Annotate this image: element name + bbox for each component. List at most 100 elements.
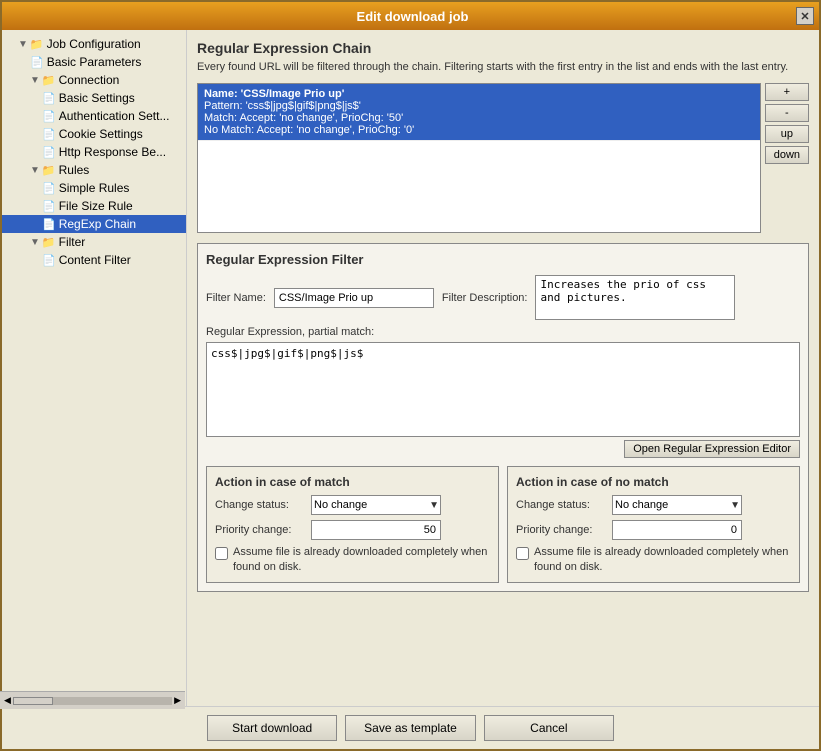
doc-icon-sr: 📄 xyxy=(42,182,56,195)
doc-icon-bs: 📄 xyxy=(42,92,56,105)
sidebar-item-file-size[interactable]: 📄 File Size Rule xyxy=(2,197,186,215)
sidebar-label-http: Http Response Be... xyxy=(59,145,166,159)
expand-icon: ▼ xyxy=(18,39,28,50)
chain-item-pattern-0: Pattern: 'css$|jpg$|gif$|png$|js$' xyxy=(204,100,754,112)
sidebar-label-regexp: RegExp Chain xyxy=(59,217,136,231)
match-assume-row: Assume file is already downloaded comple… xyxy=(215,545,490,574)
sidebar-label-simple-rules: Simple Rules xyxy=(59,181,130,195)
regex-textarea[interactable]: css$|jpg$|gif$|png$|js$ xyxy=(206,342,800,437)
section-desc: Every found URL will be filtered through… xyxy=(197,60,809,75)
sidebar-scrollbar[interactable]: ◀ ▶ xyxy=(0,691,185,709)
filter-name-input[interactable] xyxy=(274,288,434,308)
sidebar-label-filter: Filter xyxy=(59,235,86,249)
no-match-priority-row: Priority change: xyxy=(516,520,791,540)
sidebar-item-simple-rules[interactable]: 📄 Simple Rules xyxy=(2,179,186,197)
add-chain-button[interactable]: + xyxy=(765,83,809,101)
sidebar-item-basic-params[interactable]: 📄 Basic Parameters xyxy=(2,53,186,71)
doc-icon: 📄 xyxy=(30,56,44,69)
actions-row: Action in case of match Change status: N… xyxy=(206,466,800,583)
doc-icon-fsr: 📄 xyxy=(42,200,56,213)
match-status-row: Change status: No change Accept Reject ▼ xyxy=(215,495,490,515)
no-match-priority-label: Priority change: xyxy=(516,524,606,536)
no-match-title: Action in case of no match xyxy=(516,475,791,489)
folder-icon-conn: 📁 xyxy=(42,74,56,87)
chain-item-0[interactable]: Name: 'CSS/Image Prio up' Pattern: 'css$… xyxy=(198,84,760,141)
sidebar-item-connection[interactable]: ▼ 📁 Connection xyxy=(2,71,186,89)
expand-icon-rules: ▼ xyxy=(30,165,40,176)
save-template-button[interactable]: Save as template xyxy=(345,715,476,741)
sidebar-label-basic-params: Basic Parameters xyxy=(47,55,142,69)
no-match-status-select[interactable]: No change Accept Reject xyxy=(612,495,742,515)
match-title: Action in case of match xyxy=(215,475,490,489)
sidebar-label-connection: Connection xyxy=(59,73,120,87)
sidebar-label-job-config: Job Configuration xyxy=(47,37,141,51)
folder-icon-rules: 📁 xyxy=(42,164,56,177)
expand-icon-filter: ▼ xyxy=(30,237,40,248)
match-status-select[interactable]: No change Accept Reject xyxy=(311,495,441,515)
doc-icon-rc: 📄 xyxy=(42,218,56,231)
match-priority-row: Priority change: xyxy=(215,520,490,540)
match-priority-label: Priority change: xyxy=(215,524,305,536)
filter-name-label: Filter Name: xyxy=(206,292,266,304)
sidebar-item-job-config[interactable]: ▼ 📁 Job Configuration xyxy=(2,35,186,53)
content-area: ▼ 📁 Job Configuration 📄 Basic Parameters… xyxy=(2,30,819,706)
regex-label: Regular Expression, partial match: xyxy=(206,326,800,338)
sidebar-item-filter[interactable]: ▼ 📁 Filter xyxy=(2,233,186,251)
sidebar-item-http[interactable]: 📄 Http Response Be... xyxy=(2,143,186,161)
no-match-assume-checkbox[interactable] xyxy=(516,547,529,560)
no-match-priority-input[interactable] xyxy=(612,520,742,540)
titlebar: Edit download job ✕ xyxy=(2,2,819,30)
scroll-right-btn[interactable]: ▶ xyxy=(174,695,181,706)
doc-icon-cf: 📄 xyxy=(42,254,56,267)
sidebar-item-regexp-chain[interactable]: 📄 RegExp Chain xyxy=(2,215,186,233)
main-window: Edit download job ✕ ▼ 📁 Job Configuratio… xyxy=(0,0,821,751)
filter-name-row: Filter Name: Filter Description: Increas… xyxy=(206,275,800,320)
no-match-action-box: Action in case of no match Change status… xyxy=(507,466,800,583)
sidebar-label-rules: Rules xyxy=(59,163,90,177)
no-match-status-select-wrapper: No change Accept Reject ▼ xyxy=(612,495,742,515)
match-priority-input[interactable] xyxy=(311,520,441,540)
sidebar-label-content-filter: Content Filter xyxy=(59,253,131,267)
down-chain-button[interactable]: down xyxy=(765,146,809,164)
main-panel: Regular Expression Chain Every found URL… xyxy=(187,30,819,706)
sidebar-item-content-filter[interactable]: 📄 Content Filter xyxy=(2,251,186,269)
doc-icon-http: 📄 xyxy=(42,146,56,159)
remove-chain-button[interactable]: - xyxy=(765,104,809,122)
filter-desc-label: Filter Description: xyxy=(442,292,528,304)
sidebar-label-auth: Authentication Sett... xyxy=(59,109,170,123)
sidebar-item-basic-settings[interactable]: 📄 Basic Settings xyxy=(2,89,186,107)
chain-item-nomatch-0: No Match: Accept: 'no change', PrioChg: … xyxy=(204,124,754,136)
sidebar-item-rules[interactable]: ▼ 📁 Rules xyxy=(2,161,186,179)
close-button[interactable]: ✕ xyxy=(796,7,814,25)
sidebar-item-auth[interactable]: 📄 Authentication Sett... xyxy=(2,107,186,125)
sidebar-label-file-size: File Size Rule xyxy=(59,199,133,213)
chain-container: Name: 'CSS/Image Prio up' Pattern: 'css$… xyxy=(197,83,809,233)
expand-icon-conn: ▼ xyxy=(30,75,40,86)
sidebar: ▼ 📁 Job Configuration 📄 Basic Parameters… xyxy=(2,30,187,706)
bottom-bar: Start download Save as template Cancel xyxy=(2,706,819,749)
section-title: Regular Expression Chain xyxy=(197,40,809,56)
start-download-button[interactable]: Start download xyxy=(207,715,337,741)
match-assume-label: Assume file is already downloaded comple… xyxy=(233,545,490,574)
doc-icon-auth: 📄 xyxy=(42,110,56,123)
chain-item-match-0: Match: Accept: 'no change', PrioChg: '50… xyxy=(204,112,754,124)
match-assume-checkbox[interactable] xyxy=(215,547,228,560)
open-editor-button[interactable]: Open Regular Expression Editor xyxy=(624,440,800,458)
no-match-status-row: Change status: No change Accept Reject ▼ xyxy=(516,495,791,515)
no-match-assume-row: Assume file is already downloaded comple… xyxy=(516,545,791,574)
scroll-track xyxy=(13,697,172,705)
sidebar-item-cookie[interactable]: 📄 Cookie Settings xyxy=(2,125,186,143)
no-match-status-label: Change status: xyxy=(516,499,606,511)
chain-buttons: + - up down xyxy=(765,83,809,233)
up-chain-button[interactable]: up xyxy=(765,125,809,143)
chain-list[interactable]: Name: 'CSS/Image Prio up' Pattern: 'css$… xyxy=(197,83,761,233)
match-status-select-wrapper: No change Accept Reject ▼ xyxy=(311,495,441,515)
sidebar-label-basic-settings: Basic Settings xyxy=(59,91,135,105)
scroll-thumb[interactable] xyxy=(13,697,53,705)
scroll-left-btn[interactable]: ◀ xyxy=(4,695,11,706)
cancel-button[interactable]: Cancel xyxy=(484,715,614,741)
match-status-label: Change status: xyxy=(215,499,305,511)
filter-desc-input[interactable]: Increases the prio of css and pictures. xyxy=(535,275,735,320)
folder-icon-filter: 📁 xyxy=(42,236,56,249)
doc-icon-cookie: 📄 xyxy=(42,128,56,141)
